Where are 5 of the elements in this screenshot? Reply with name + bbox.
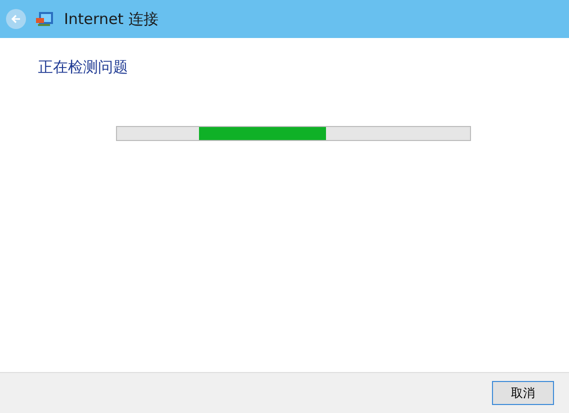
status-heading: 正在检测问题: [38, 58, 129, 76]
network-icon: [36, 11, 54, 27]
back-arrow-icon: [10, 13, 22, 25]
cancel-button[interactable]: 取消: [492, 381, 554, 405]
window-title: Internet 连接: [64, 8, 158, 30]
